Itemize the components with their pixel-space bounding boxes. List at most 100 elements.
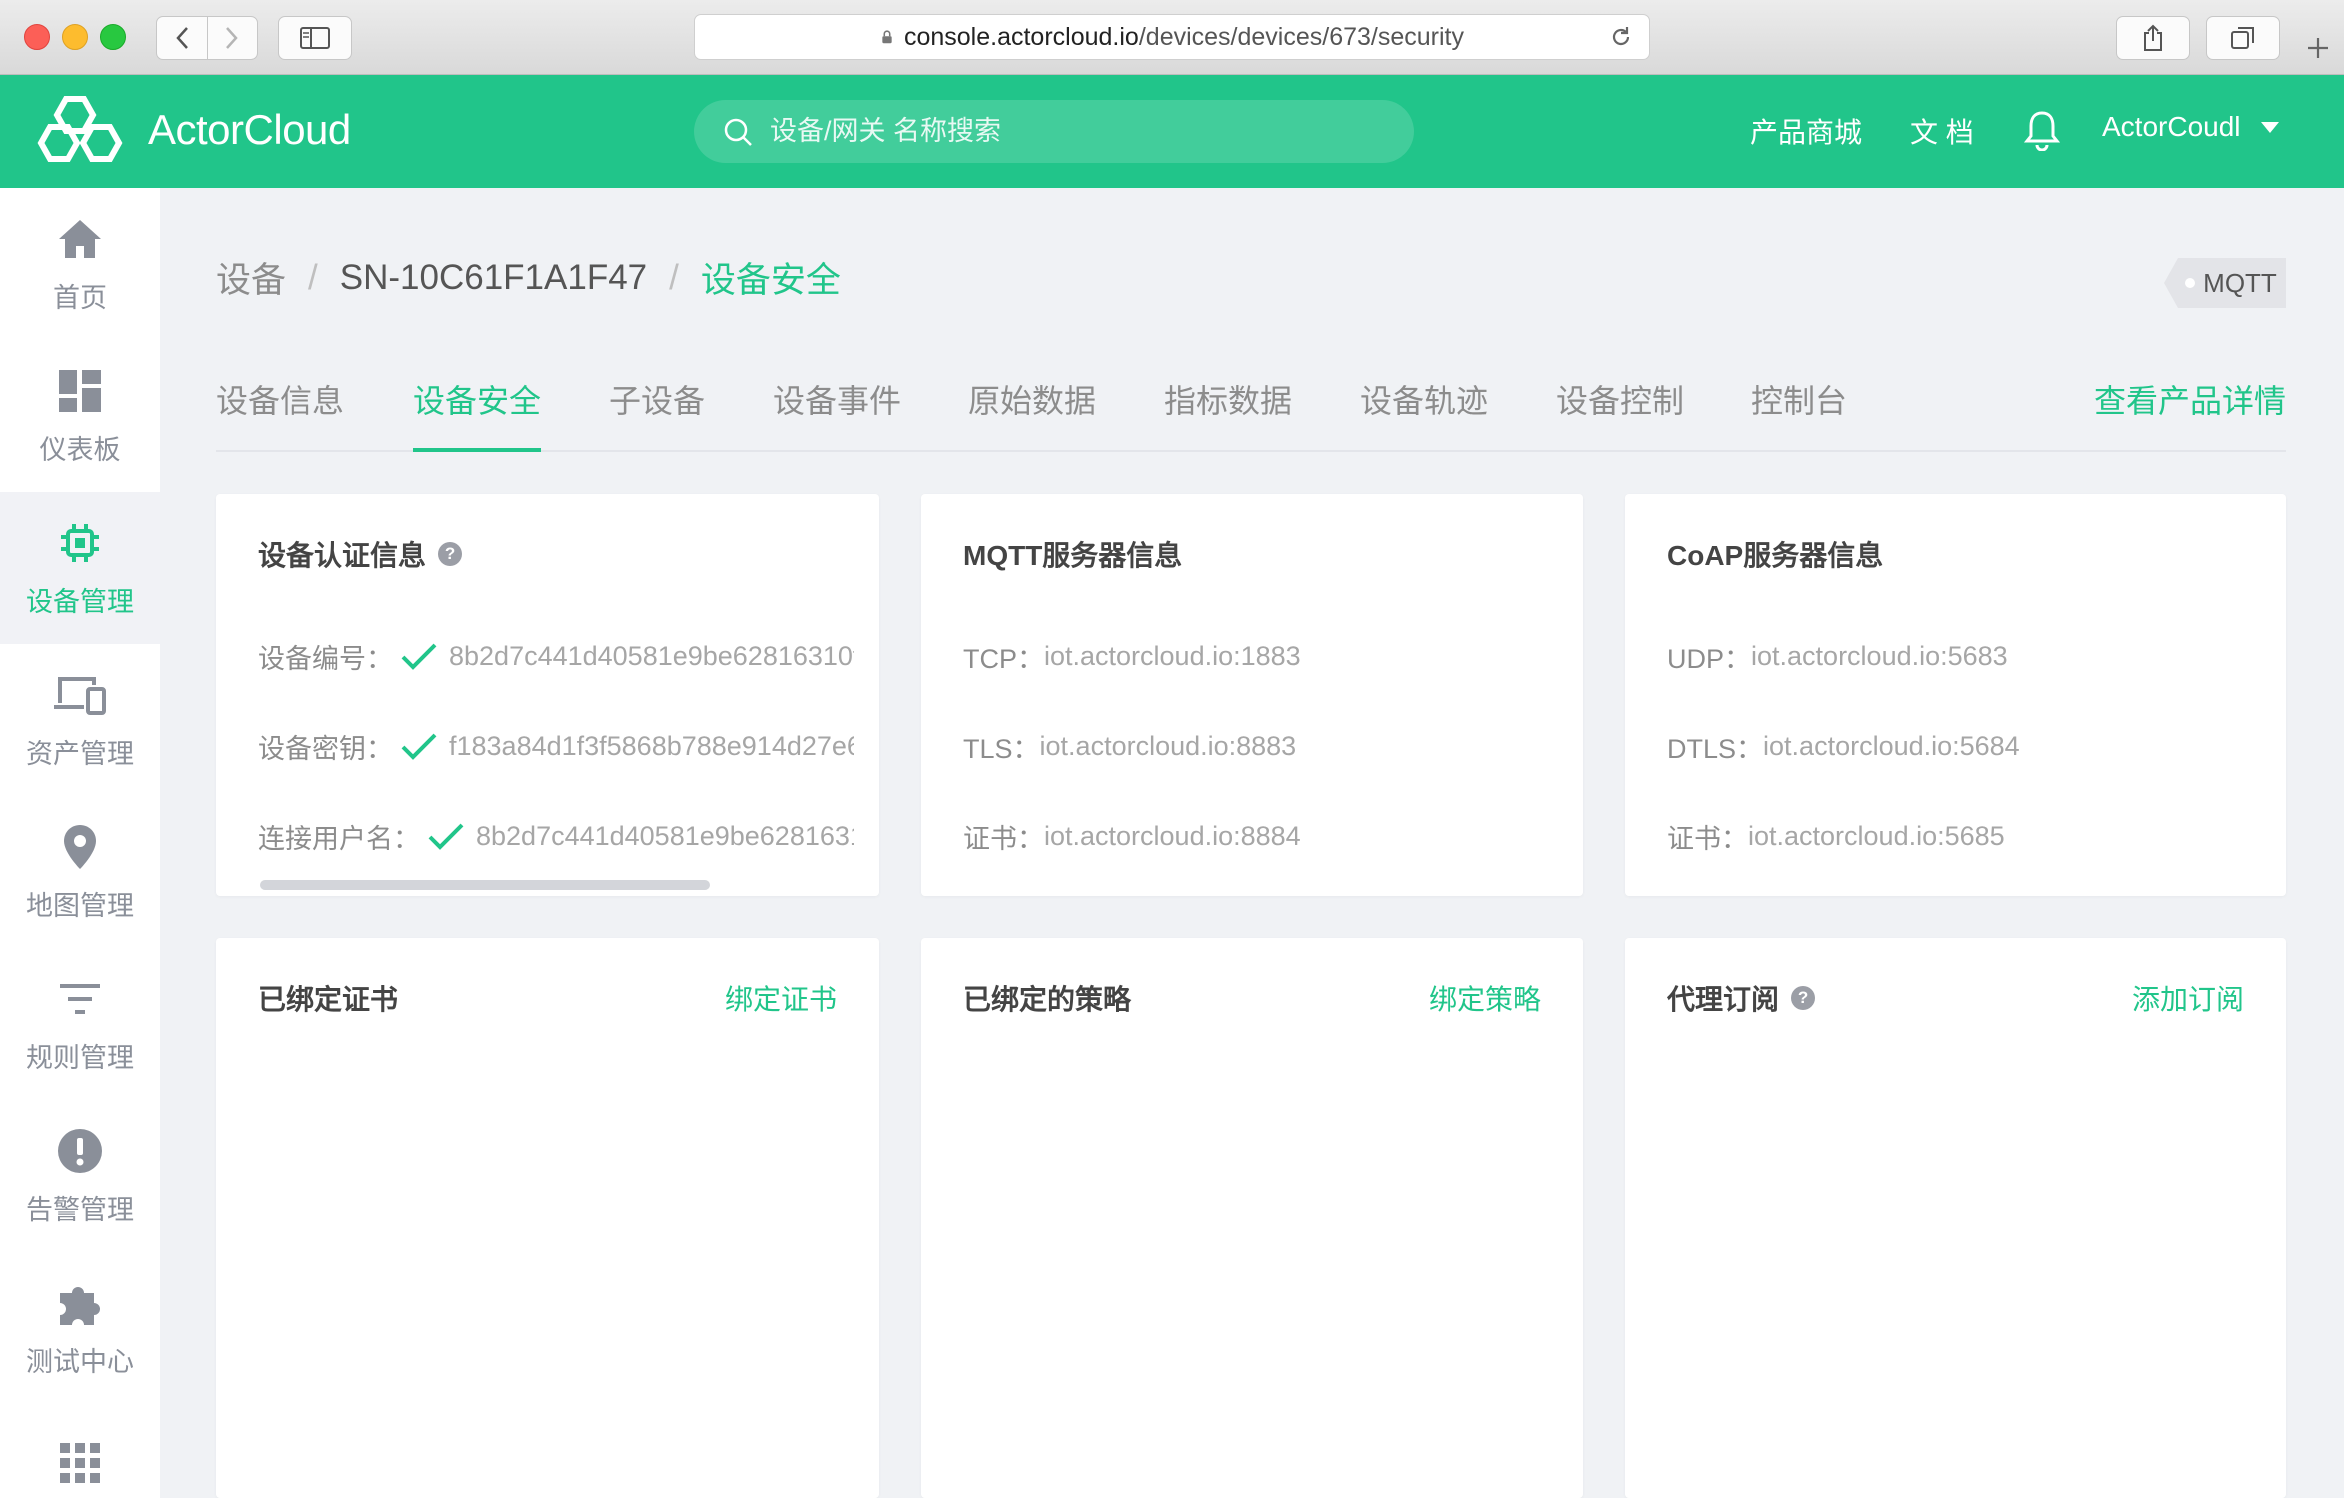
device-tabs: 设备信息 设备安全 子设备 设备事件 原始数据 指标数据 设备轨迹 设备控制 控… xyxy=(216,370,2286,452)
breadcrumb: 设备 / SN-10C61F1A1F47 / 设备安全 xyxy=(216,252,841,303)
chip-icon xyxy=(59,518,101,568)
sidebar-item-assets[interactable]: 资产管理 xyxy=(0,644,160,796)
row-label: TLS： xyxy=(963,734,1040,764)
tab-device-control[interactable]: 设备控制 xyxy=(1556,370,1684,452)
card-title: 已绑定证书 xyxy=(258,984,399,1015)
sidebar-item-rules[interactable]: 规则管理 xyxy=(0,948,160,1100)
cert-row: 证书： iot.actorcloud.io:5685 xyxy=(1667,817,2005,856)
row-label: UDP： xyxy=(1667,644,1752,674)
mqtt-server-card: MQTT服务器信息 TCP： iot.actorcloud.io:1883 TL… xyxy=(921,494,1583,896)
tab-sub-devices[interactable]: 子设备 xyxy=(609,370,705,452)
caret-down-icon xyxy=(2260,121,2279,133)
sidebar-toggle-button[interactable] xyxy=(278,16,352,60)
tcp-row: TCP： iot.actorcloud.io:1883 xyxy=(963,637,1301,676)
row-label: TCP： xyxy=(963,644,1044,674)
sidebar-item-label: 测试中心 xyxy=(26,1346,134,1377)
tab-overview-button[interactable] xyxy=(2206,16,2280,60)
check-icon xyxy=(428,823,464,850)
sidebar-item-more[interactable] xyxy=(0,1404,160,1498)
breadcrumb-current: 设备安全 xyxy=(700,261,841,300)
row-value: iot.actorcloud.io:5683 xyxy=(1751,641,2008,671)
row-value: iot.actorcloud.io:8883 xyxy=(1039,731,1297,761)
proxy-subscription-card: 代理订阅 ? 添加订阅 xyxy=(1625,938,2286,1498)
logo-text: ActorCloud xyxy=(148,106,351,153)
row-value: iot.actorcloud.io:5685 xyxy=(1748,821,2005,851)
cert-row: 证书： iot.actorcloud.io:8884 xyxy=(963,817,1301,856)
help-icon[interactable]: ? xyxy=(1791,986,1816,1010)
sidebar-item-dashboard[interactable]: 仪表板 xyxy=(0,340,160,492)
sidebar-item-alerts[interactable]: 告警管理 xyxy=(0,1100,160,1252)
row-value: 8b2d7c441d40581e9be62816310fec54 xyxy=(449,641,854,671)
reload-icon[interactable] xyxy=(1609,25,1633,49)
sidebar-item-map[interactable]: 地图管理 xyxy=(0,796,160,948)
udp-row: UDP： iot.actorcloud.io:5683 xyxy=(1667,637,2008,676)
search-box[interactable] xyxy=(694,100,1414,163)
breadcrumb-devices[interactable]: 设备 xyxy=(216,252,286,303)
zoom-window-button[interactable] xyxy=(100,24,126,50)
user-name: ActorCoudl xyxy=(2102,111,2241,142)
card-title: 代理订阅 ? xyxy=(1667,978,1816,1018)
chevron-left-icon xyxy=(176,27,188,49)
sidebar-icon xyxy=(300,27,330,49)
tls-row: TLS： iot.actorcloud.io:8883 xyxy=(963,727,1296,766)
logo[interactable]: ActorCloud xyxy=(36,95,351,165)
bell-icon[interactable] xyxy=(2024,109,2060,151)
sidebar-item-label: 地图管理 xyxy=(26,890,134,921)
sidebar-item-label: 仪表板 xyxy=(39,434,121,465)
back-button[interactable] xyxy=(157,17,207,59)
actorcloud-logo-icon xyxy=(37,96,123,162)
breadcrumb-separator: / xyxy=(669,257,679,297)
docs-link[interactable]: 文 档 xyxy=(1910,111,1974,151)
row-label: 证书： xyxy=(963,824,1044,854)
plus-icon xyxy=(2308,38,2328,58)
bind-certificate-button[interactable]: 绑定证书 xyxy=(725,978,837,1018)
device-key-row: 设备密钥： f183a84d1f3f5868b788e914d27e6a0c xyxy=(258,727,854,766)
home-icon xyxy=(57,214,103,264)
tab-metric-data[interactable]: 指标数据 xyxy=(1164,370,1292,452)
address-bar[interactable]: console.actorcloud.io/devices/devices/67… xyxy=(694,14,1650,60)
forward-button[interactable] xyxy=(207,17,257,59)
row-label: 设备密钥： xyxy=(258,734,393,764)
tab-device-events[interactable]: 设备事件 xyxy=(773,370,901,452)
user-menu[interactable]: ActorCoudl xyxy=(2102,111,2279,143)
sidebar-item-label: 资产管理 xyxy=(26,738,134,769)
row-value: iot.actorcloud.io:5684 xyxy=(1763,731,2020,761)
search-icon xyxy=(724,118,752,146)
add-subscription-button[interactable]: 添加订阅 xyxy=(2132,978,2244,1018)
tab-device-security[interactable]: 设备安全 xyxy=(413,370,542,452)
tab-raw-data[interactable]: 原始数据 xyxy=(968,370,1096,452)
bind-policy-button[interactable]: 绑定策略 xyxy=(1429,978,1541,1018)
minimize-window-button[interactable] xyxy=(62,24,88,50)
new-tab-button[interactable] xyxy=(2298,26,2338,70)
row-label: 连接用户名： xyxy=(258,824,420,854)
card-title: CoAP服务器信息 xyxy=(1667,540,1884,571)
sidebar-item-devices[interactable]: 设备管理 xyxy=(0,492,160,644)
app-header: ActorCloud 产品商城 文 档 ActorCoudl xyxy=(0,75,2344,188)
sidebar-item-home[interactable]: 首页 xyxy=(0,188,160,340)
tab-console[interactable]: 控制台 xyxy=(1751,370,1847,452)
coap-server-card: CoAP服务器信息 UDP： iot.actorcloud.io:5683 DT… xyxy=(1625,494,2286,896)
horizontal-scrollbar[interactable] xyxy=(260,880,710,890)
share-button[interactable] xyxy=(2116,16,2190,60)
close-window-button[interactable] xyxy=(24,24,50,50)
sidebar-item-test-center[interactable]: 测试中心 xyxy=(0,1252,160,1404)
view-product-details-link[interactable]: 查看产品详情 xyxy=(2094,370,2286,452)
row-value: 8b2d7c441d40581e9be62816310fec54 xyxy=(476,821,854,851)
badge-dot xyxy=(2185,278,2196,288)
device-auth-card: 设备认证信息 ? 设备编号： 8b2d7c441d40581e9be628163… xyxy=(216,494,879,896)
product-store-link[interactable]: 产品商城 xyxy=(1750,111,1862,151)
breadcrumb-device[interactable]: SN-10C61F1A1F47 xyxy=(340,258,647,298)
auth-scroll-area[interactable]: 设备编号： 8b2d7c441d40581e9be62816310fec54 设… xyxy=(258,494,854,896)
sidebar-item-label: 告警管理 xyxy=(26,1194,134,1225)
search-input[interactable] xyxy=(770,116,1370,147)
tab-device-info[interactable]: 设备信息 xyxy=(216,370,344,452)
check-icon xyxy=(401,643,437,670)
url-host: console.actorcloud.io xyxy=(903,22,1139,51)
device-id-row: 设备编号： 8b2d7c441d40581e9be62816310fec54 xyxy=(258,637,854,676)
sidebar-item-label: 设备管理 xyxy=(26,586,134,617)
browser-toolbar: console.actorcloud.io/devices/devices/67… xyxy=(0,0,2344,75)
filter-icon xyxy=(58,974,102,1024)
devices-icon xyxy=(54,670,106,720)
tab-device-track[interactable]: 设备轨迹 xyxy=(1360,370,1488,452)
check-icon xyxy=(401,733,437,760)
